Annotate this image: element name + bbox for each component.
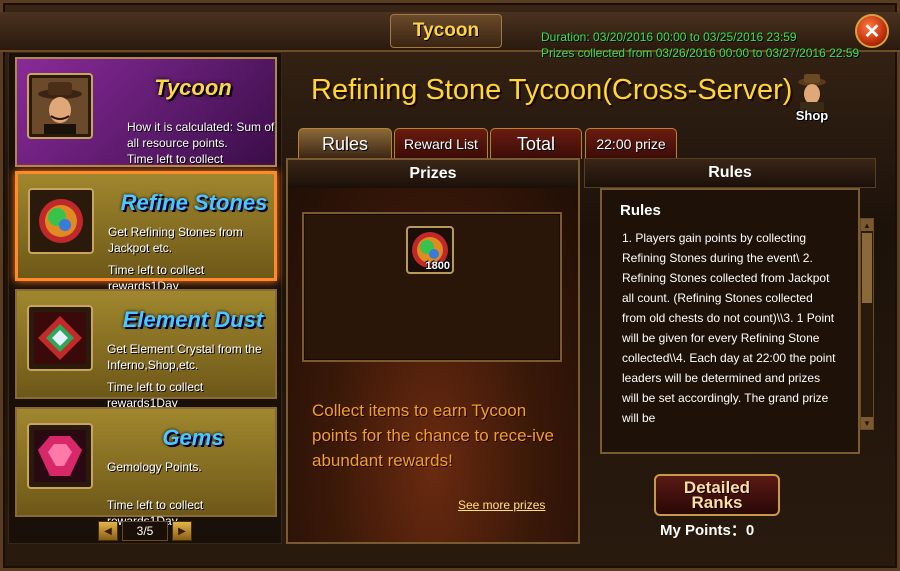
page-indicator: 3/5 <box>122 521 168 541</box>
see-more-prizes-link[interactable]: See more prizes <box>458 498 545 512</box>
tab-reward-list[interactable]: Reward List <box>394 128 488 159</box>
category-time: Time left to collect <box>127 152 224 166</box>
scroll-up-icon[interactable]: ▲ <box>861 219 873 231</box>
rules-panel: Rules Rules 1. Players gain points by co… <box>584 158 876 458</box>
rules-content: Rules 1. Players gain points by collecti… <box>600 188 860 454</box>
category-desc: Get Refining Stones from Jackpot etc. <box>108 225 243 255</box>
window-title-plaque: Tycoon <box>390 14 502 48</box>
prizes-panel: Prizes 1800 Collect items to earn Tycoon… <box>286 158 580 544</box>
category-item-refine-stones[interactable]: Refine Stones Get Refining Stones from J… <box>15 171 277 293</box>
element-crystal-icon <box>27 305 93 371</box>
refining-stone-icon <box>28 188 94 254</box>
event-headline: Refining Stone Tycoon(Cross-Server) <box>311 74 793 106</box>
close-icon: ✕ <box>863 20 881 43</box>
my-points: My Points：0 <box>660 522 755 539</box>
rules-scrollbar[interactable]: ▲ ▼ <box>860 218 874 430</box>
category-desc: Get Element Crystal from the Inferno,Sho… <box>107 342 262 372</box>
duration-line: Duration: 03/20/2016 00:00 to 03/25/2016… <box>541 30 797 44</box>
prizes-header: Prizes <box>288 160 578 188</box>
gem-icon <box>27 423 93 489</box>
prize-description: Collect items to earn Tycoon points for … <box>312 401 554 470</box>
category-item-tycoon[interactable]: Tycoon How it is calculated: Sum of all … <box>15 57 277 167</box>
category-list: Tycoon How it is calculated: Sum of all … <box>8 52 282 544</box>
tab-total[interactable]: Total <box>490 128 582 159</box>
rules-header-title: Rules <box>708 164 752 181</box>
rules-title: Rules <box>620 202 661 219</box>
prize-collection-line: Prizes collected from 03/26/2016 00:00 t… <box>541 46 860 60</box>
category-title: Refine Stones <box>120 190 268 215</box>
close-button[interactable]: ✕ <box>855 14 889 48</box>
category-item-gems[interactable]: Gems Gemology Points. Time left to colle… <box>15 407 277 528</box>
window-title: Tycoon <box>412 20 480 41</box>
prev-page-button[interactable]: ◀ <box>98 521 118 541</box>
detailed-ranks-button[interactable]: Detailed Ranks <box>654 474 780 516</box>
detailed-ranks-label-2: Ranks <box>691 493 743 512</box>
category-item-element-dust[interactable]: Element Dust Get Element Crystal from th… <box>15 289 277 410</box>
shop-label: Shop <box>795 108 829 123</box>
tycoon-portrait-icon <box>27 73 93 139</box>
tab-rules[interactable]: Rules <box>298 128 392 159</box>
rules-header: Rules <box>584 158 876 188</box>
tab-label: Total <box>516 133 556 154</box>
category-title: Gems <box>162 425 224 450</box>
prize-quantity: 1800 <box>425 260 450 272</box>
shop-button[interactable]: Shop <box>788 72 836 128</box>
next-arrow-icon: ▶ <box>178 525 186 537</box>
tab-label: Rules <box>321 133 369 154</box>
tab-label: 22:00 prize <box>596 136 666 152</box>
shop-merchant-icon <box>798 74 826 112</box>
scroll-down-icon[interactable]: ▼ <box>861 417 873 429</box>
rules-text: 1. Players gain points by collecting Ref… <box>622 231 836 425</box>
tab-label: Reward List <box>404 136 478 152</box>
category-pager: ◀ 3/5 ▶ <box>98 520 192 542</box>
category-desc: Gemology Points. <box>107 460 202 474</box>
event-duration: Duration: 03/20/2016 00:00 to 03/25/2016… <box>541 29 859 61</box>
prizes-title: Prizes <box>409 165 457 182</box>
scroll-thumb[interactable] <box>862 233 872 303</box>
next-page-button[interactable]: ▶ <box>172 521 192 541</box>
category-title: Tycoon <box>154 75 232 100</box>
prize-list: 1800 <box>302 212 562 362</box>
category-title: Element Dust <box>122 307 264 332</box>
category-desc: How it is calculated: Sum of all resourc… <box>127 120 275 150</box>
tab-2200-prize[interactable]: 22:00 prize <box>585 128 677 159</box>
prize-item-refining-stone[interactable]: 1800 <box>406 226 454 274</box>
prev-arrow-icon: ◀ <box>104 525 112 537</box>
